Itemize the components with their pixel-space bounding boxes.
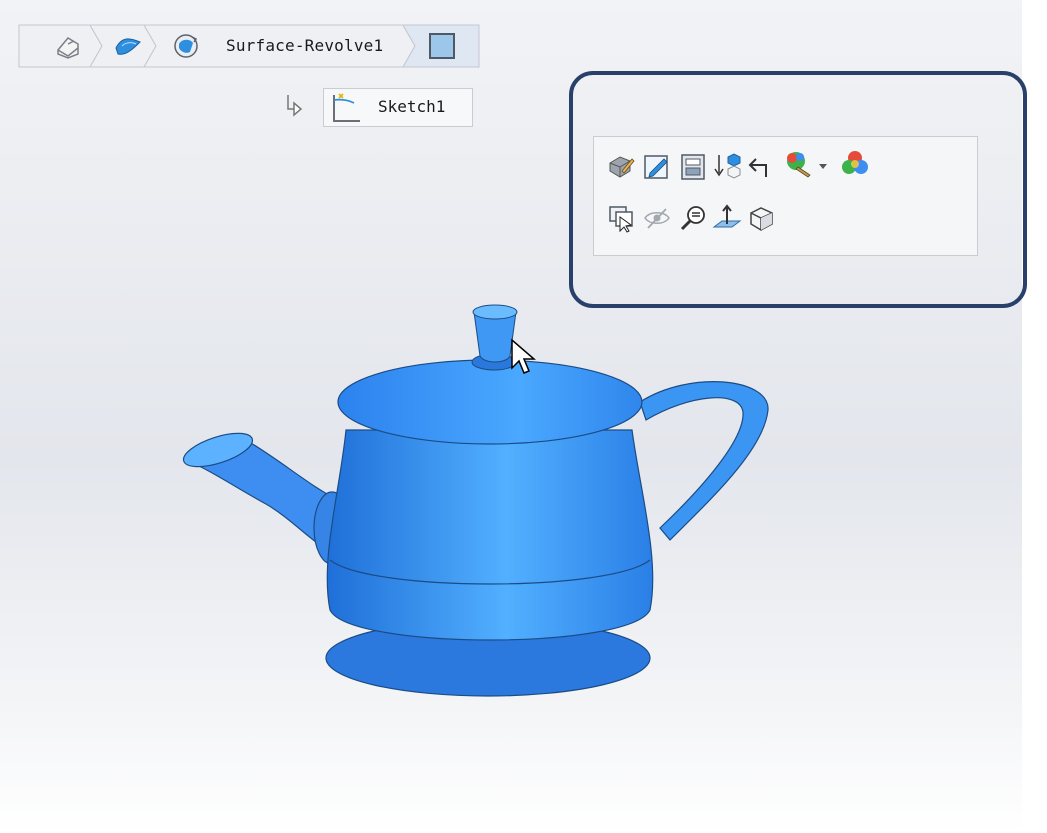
teapot-body: [326, 429, 654, 641]
breadcrumb-child: Sketch1: [283, 88, 473, 127]
sketch-item[interactable]: Sketch1: [323, 88, 473, 127]
teapot-lid: [337, 359, 643, 445]
feature-properties-icon[interactable]: [678, 151, 708, 181]
view-orientation-icon[interactable]: [746, 203, 776, 233]
context-toolbar: [593, 136, 978, 256]
select-other-icon[interactable]: [606, 203, 636, 233]
breadcrumb-label-surface-revolve[interactable]: Surface-Revolve1: [226, 36, 383, 55]
normal-to-icon[interactable]: [712, 203, 742, 233]
part-icon[interactable]: [52, 30, 84, 62]
revolve-icon[interactable]: [170, 30, 202, 62]
dropdown-arrow-icon[interactable]: [816, 151, 830, 181]
face-icon[interactable]: [426, 30, 458, 62]
edit-sketch-icon[interactable]: [642, 151, 672, 181]
mouse-cursor: [511, 338, 536, 374]
sketch-icon: [333, 93, 360, 122]
breadcrumb-label-sketch: Sketch1: [378, 97, 446, 116]
breadcrumb: Surface-Revolve1: [18, 24, 480, 68]
zoom-to-selection-icon[interactable]: [678, 203, 708, 233]
teapot-handle: [639, 381, 769, 541]
appearances-icon[interactable]: [840, 149, 870, 179]
appearance-icon[interactable]: [784, 149, 814, 179]
hide-icon[interactable]: [642, 203, 672, 233]
parent-child-icon[interactable]: [746, 151, 776, 181]
teapot-model[interactable]: [170, 290, 790, 710]
surface-icon[interactable]: [112, 30, 144, 62]
rollback-icon[interactable]: [712, 151, 742, 181]
child-arrow-icon: [287, 95, 303, 117]
edit-feature-icon[interactable]: [606, 151, 636, 181]
